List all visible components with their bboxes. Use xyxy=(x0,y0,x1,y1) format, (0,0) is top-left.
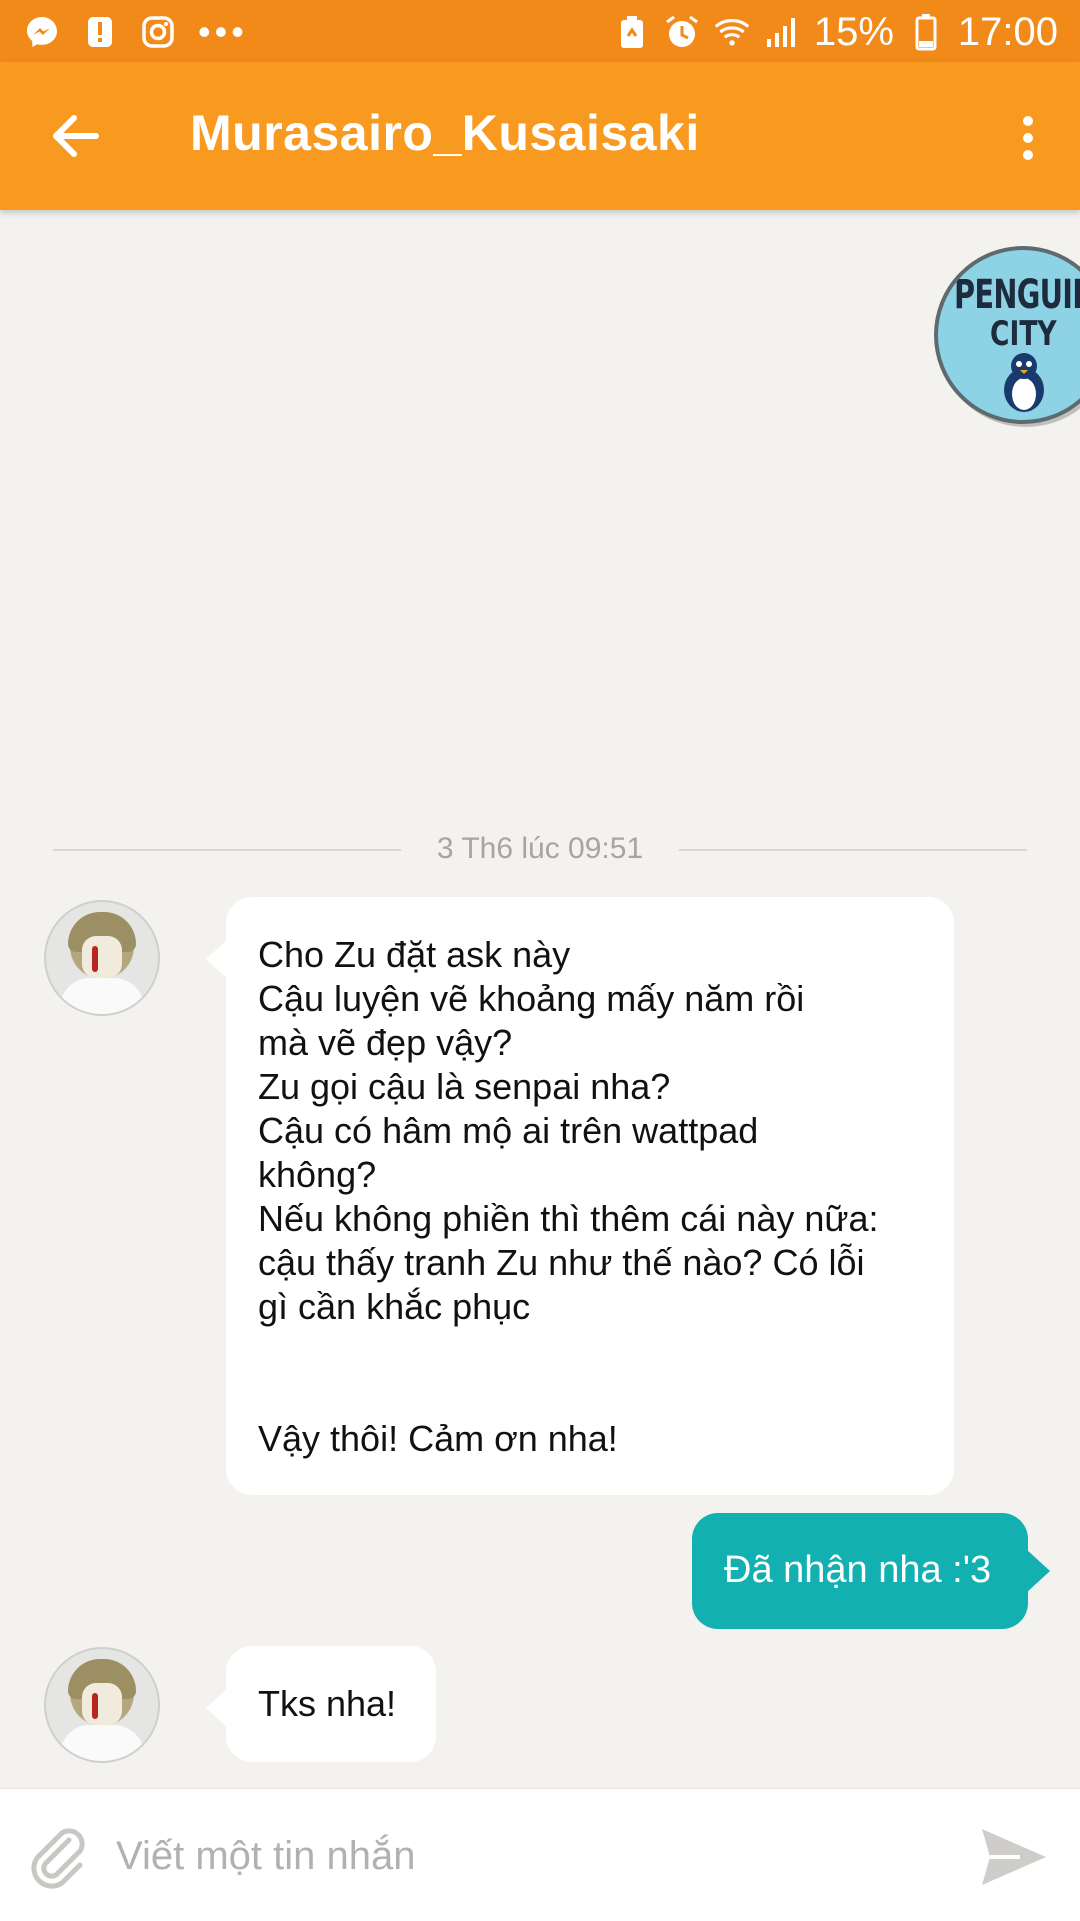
battery-icon xyxy=(908,14,944,51)
alert-icon xyxy=(82,14,118,50)
alarm-icon xyxy=(664,14,700,50)
instagram-icon xyxy=(140,14,176,50)
avatar[interactable] xyxy=(44,900,160,1016)
paperclip-icon xyxy=(31,1828,85,1889)
message-input[interactable] xyxy=(114,1825,958,1887)
app-bar: Murasairo_Kusaisaki xyxy=(0,62,1080,210)
penguin-icon xyxy=(1004,353,1044,412)
send-button[interactable] xyxy=(974,1817,1054,1897)
more-dot xyxy=(1023,116,1033,126)
message-bubble-incoming[interactable]: Tks nha! xyxy=(206,1646,436,1762)
more-options-button[interactable] xyxy=(998,106,1058,170)
clock: 17:00 xyxy=(957,9,1058,54)
messenger-icon xyxy=(24,14,60,50)
message-bubble-outgoing[interactable]: Đã nhận nha :'3 xyxy=(692,1513,1050,1629)
back-button[interactable] xyxy=(40,104,110,168)
system-icons: 15% 17:00 xyxy=(614,8,1058,56)
avatar[interactable] xyxy=(44,1647,160,1763)
penguin-city-sticker[interactable]: PENGUIN CITY xyxy=(934,246,1080,424)
status-bar: ••• 15% 17:00 xyxy=(0,0,1080,62)
message-text: Tks nha! xyxy=(258,1683,397,1724)
message-text: Cho Zu đặt ask này Cậu luyện vẽ khoảng m… xyxy=(258,934,879,1459)
more-notifications-icon: ••• xyxy=(198,11,248,52)
send-icon xyxy=(982,1829,1046,1885)
signal-icon xyxy=(764,14,800,50)
conversation-title: Murasairo_Kusaisaki xyxy=(190,105,700,161)
more-dot xyxy=(1023,150,1033,160)
battery-saver-icon xyxy=(614,14,650,50)
message-text: Đã nhận nha :'3 xyxy=(724,1549,992,1591)
more-dot xyxy=(1023,133,1033,143)
wifi-icon xyxy=(714,14,750,50)
back-arrow-icon xyxy=(53,115,99,157)
sticker-line-2: CITY xyxy=(990,314,1057,354)
attach-button[interactable] xyxy=(24,1823,94,1893)
message-composer xyxy=(0,1788,1080,1921)
sticker-line-1: PENGUIN xyxy=(954,272,1080,318)
date-label: 3 Th6 lúc 09:51 xyxy=(414,832,666,865)
message-bubble-incoming[interactable]: Cho Zu đặt ask này Cậu luyện vẽ khoảng m… xyxy=(206,897,954,1495)
date-separator: 3 Th6 lúc 09:51 xyxy=(53,830,1027,870)
notification-icons: ••• xyxy=(24,12,248,52)
battery-percent: 15% xyxy=(813,9,894,54)
